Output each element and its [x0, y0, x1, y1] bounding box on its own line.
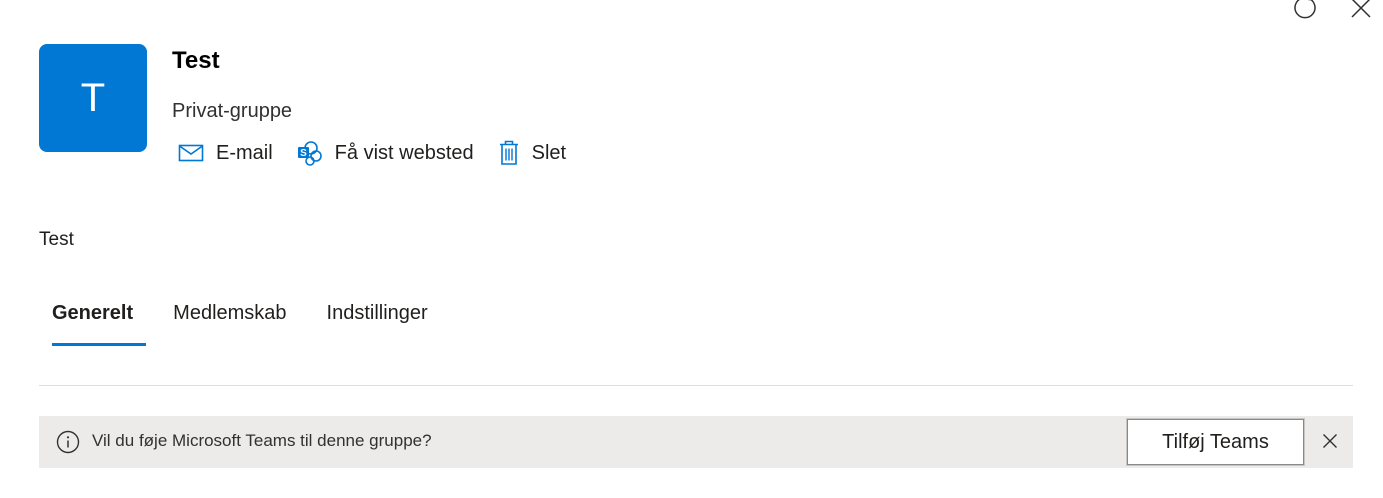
email-button[interactable]: E-mail — [178, 142, 273, 165]
email-button-label: E-mail — [216, 141, 273, 164]
tab-bar: Generelt Medlemskab Indstillinger — [39, 296, 455, 350]
close-icon[interactable] — [1347, 0, 1375, 22]
svg-text:S: S — [300, 148, 307, 159]
trash-icon — [498, 140, 520, 166]
view-site-button-label: Få vist websted — [334, 141, 474, 164]
teams-message-bar: Vil du føje Microsoft Teams til denne gr… — [39, 416, 1353, 468]
group-avatar: T — [39, 44, 147, 152]
window-controls — [1283, 0, 1383, 24]
tab-settings[interactable]: Indstillinger — [314, 296, 441, 340]
add-teams-button[interactable]: Tilføj Teams — [1127, 419, 1304, 465]
info-icon — [56, 430, 80, 454]
mail-icon — [178, 143, 204, 163]
tab-membership[interactable]: Medlemskab — [160, 296, 299, 340]
delete-button-label: Slet — [531, 141, 567, 164]
message-text: Vil du føje Microsoft Teams til denne gr… — [92, 431, 432, 450]
group-type: Privat-gruppe — [172, 100, 293, 122]
view-site-button[interactable]: S Få vist websted — [297, 140, 474, 166]
delete-button[interactable]: Slet — [498, 140, 566, 166]
tab-general[interactable]: Generelt — [39, 296, 147, 346]
group-description: Test — [39, 229, 74, 250]
avatar-initial: T — [80, 75, 106, 120]
group-name: Test — [172, 47, 220, 74]
dismiss-icon[interactable] — [1317, 428, 1343, 454]
header-actions: E-mail S Få vist websted Slet — [178, 138, 590, 168]
sharepoint-icon: S — [297, 140, 323, 166]
tab-divider — [39, 385, 1353, 386]
refresh-icon[interactable] — [1291, 0, 1319, 22]
